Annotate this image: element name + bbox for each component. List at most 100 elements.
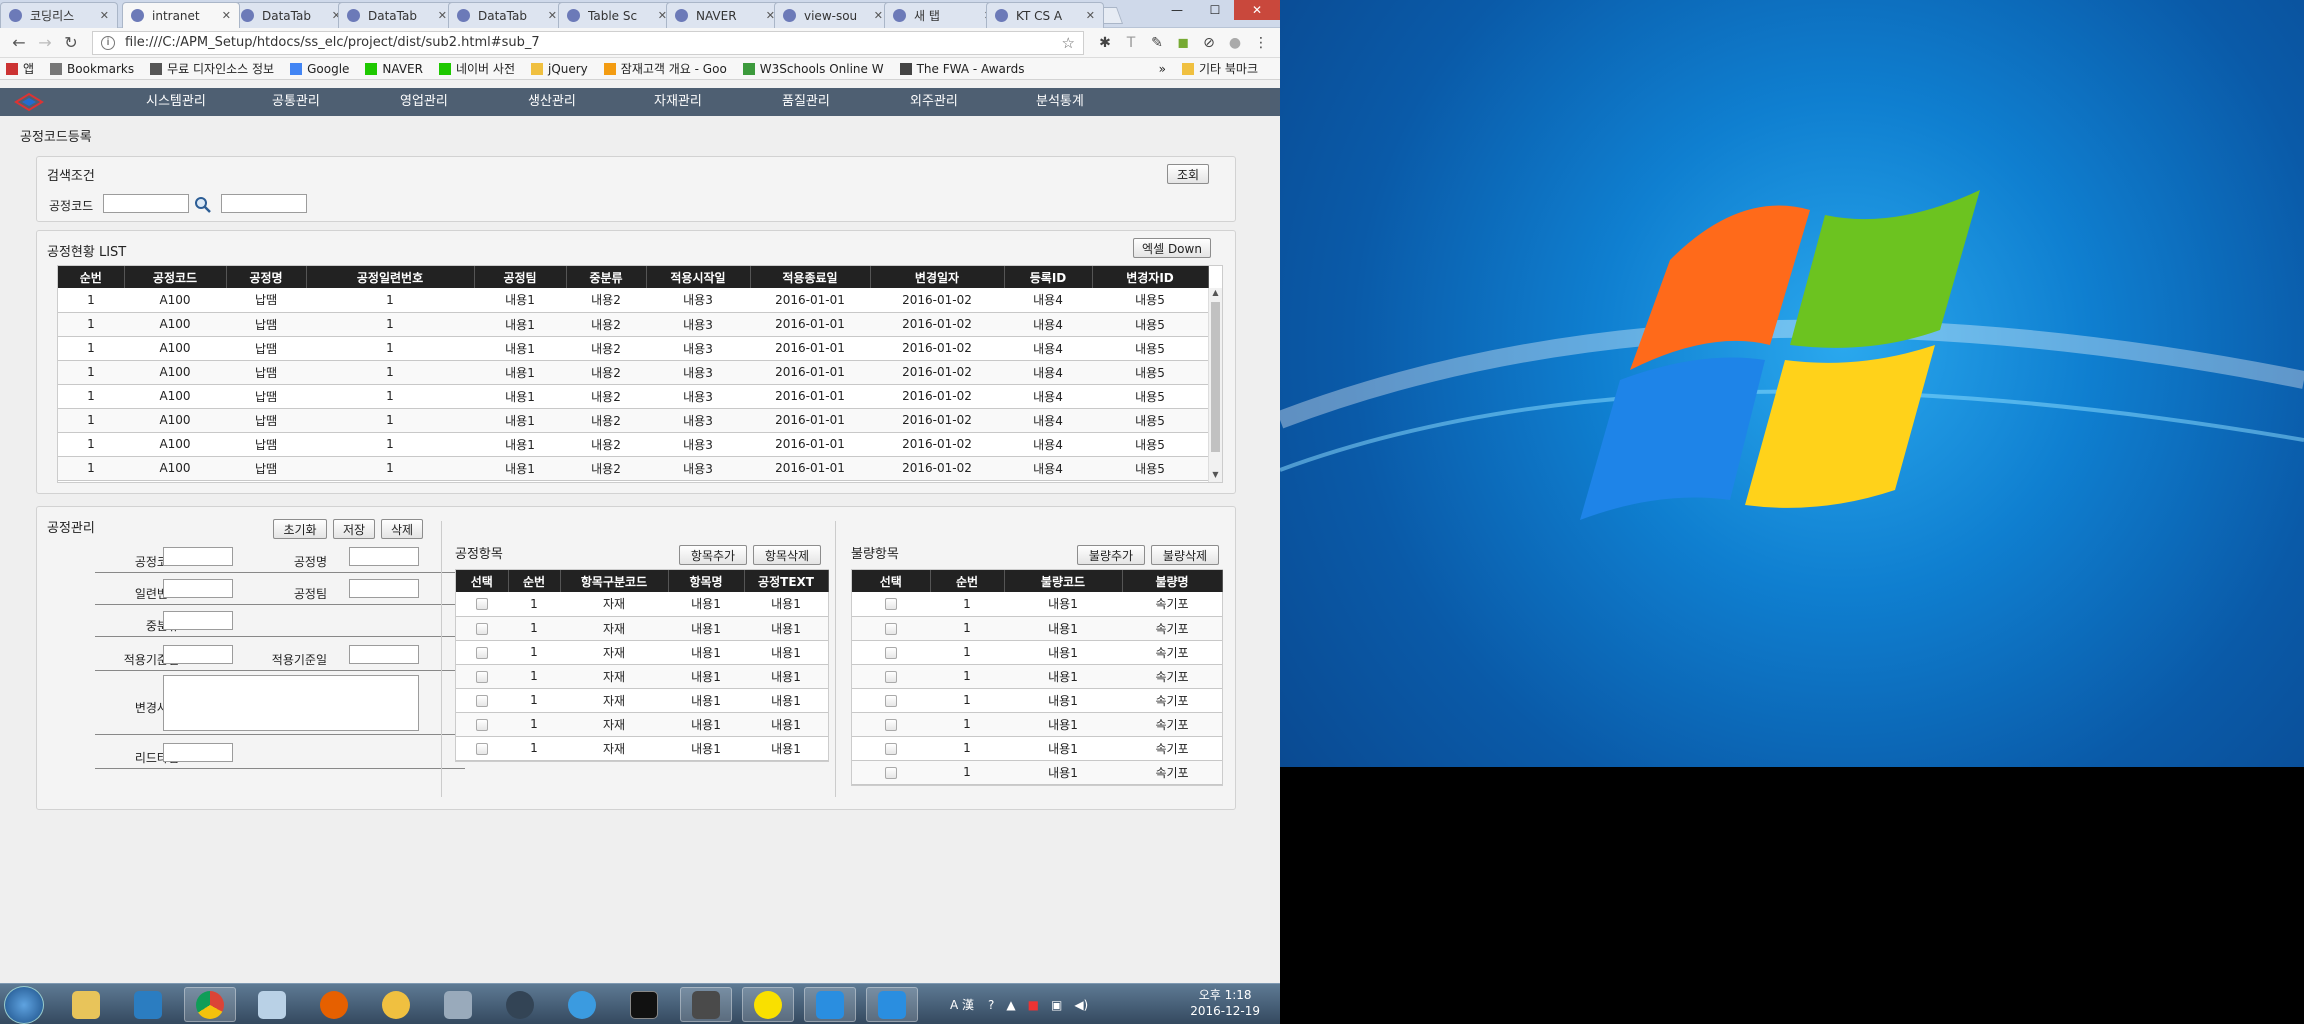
- end-date-input[interactable]: [349, 645, 419, 664]
- row-checkbox[interactable]: [476, 622, 488, 635]
- taskbar-network[interactable]: [494, 987, 546, 1022]
- nav-menu-item[interactable]: 생산관리: [528, 88, 576, 116]
- list-column-header[interactable]: 공정일련번호: [306, 266, 475, 288]
- table-row[interactable]: 1 A100 납땜 1 내용1 내용2 내용3 2016-01-01 2016-01-02 내용4…: [58, 288, 1208, 313]
- defect-items-column-header[interactable]: 순번: [930, 570, 1005, 592]
- close-tab-icon[interactable]: ✕: [100, 9, 109, 22]
- table-row[interactable]: 1 A100 납땜 1 내용1 내용2 내용3 2016-01-01 2016-01-02 내용4…: [58, 384, 1208, 409]
- volume-icon[interactable]: ◀): [1074, 998, 1088, 1012]
- dropper-extension-icon[interactable]: ✎: [1144, 35, 1170, 51]
- taskbar-itunes[interactable]: [122, 987, 174, 1022]
- taskbar-firefox[interactable]: [308, 987, 360, 1022]
- grey-extension-icon[interactable]: ●: [1222, 35, 1248, 51]
- close-window-button[interactable]: ✕: [1234, 0, 1280, 20]
- nav-menu-item[interactable]: 시스템관리: [146, 88, 206, 116]
- taskbar-paint[interactable]: [370, 987, 422, 1022]
- adobe-icon[interactable]: ■: [1028, 998, 1039, 1012]
- android-extension-icon[interactable]: ◼: [1170, 35, 1196, 51]
- excel-download-button[interactable]: 엑셀 Down: [1133, 238, 1211, 258]
- mid-category-input[interactable]: [163, 611, 233, 630]
- star-icon[interactable]: ☆: [1062, 34, 1075, 52]
- url-field[interactable]: i file:///C:/APM_Setup/htdocs/ss_elc/pro…: [92, 30, 1084, 55]
- table-row[interactable]: 1 내용1 속기포: [852, 688, 1222, 713]
- scroll-thumb[interactable]: [1211, 302, 1220, 452]
- row-checkbox[interactable]: [885, 694, 897, 707]
- browser-tab[interactable]: 코딩리스 ✕: [0, 2, 118, 28]
- nav-menu-item[interactable]: 자재관리: [654, 88, 702, 116]
- bookmarks-overflow-icon[interactable]: »: [1159, 62, 1166, 76]
- row-checkbox[interactable]: [885, 670, 897, 683]
- defect-items-column-header[interactable]: 불량명: [1122, 570, 1223, 592]
- info-icon[interactable]: i: [101, 35, 115, 50]
- browser-tab[interactable]: DataTab ✕: [338, 2, 456, 28]
- browser-tab[interactable]: DataTab ✕: [448, 2, 566, 28]
- table-row[interactable]: 1 A100 납땜 1 내용1 내용2 내용3 2016-01-01 2016-01-02 내용4…: [58, 456, 1208, 481]
- row-checkbox[interactable]: [476, 718, 488, 731]
- process-items-column-header[interactable]: 공정TEXT: [744, 570, 829, 592]
- close-tab-icon[interactable]: ✕: [1086, 9, 1095, 22]
- back-icon[interactable]: ←: [6, 33, 32, 52]
- table-row[interactable]: 1 내용1 속기포: [852, 664, 1222, 689]
- nav-menu-item[interactable]: 품질관리: [782, 88, 830, 116]
- browser-tab[interactable]: KT CS A ✕: [986, 2, 1104, 28]
- defect-items-column-header[interactable]: 불량코드: [1004, 570, 1123, 592]
- taskbar-notepad[interactable]: [246, 987, 298, 1022]
- browser-tab[interactable]: intranet ✕: [122, 2, 240, 28]
- close-tab-icon[interactable]: ✕: [222, 9, 231, 22]
- row-checkbox[interactable]: [476, 742, 488, 755]
- row-checkbox[interactable]: [476, 670, 488, 683]
- block-extension-icon[interactable]: ⊘: [1196, 35, 1222, 51]
- ime-indicator[interactable]: A 漢: [950, 996, 974, 1013]
- search-name-input[interactable]: [221, 194, 307, 213]
- bookmark-item[interactable]: 잠재고객 개요 - Goo: [603, 60, 727, 77]
- row-checkbox[interactable]: [476, 694, 488, 707]
- defect-items-column-header[interactable]: 선택: [852, 570, 931, 592]
- network-icon[interactable]: ▣: [1051, 998, 1062, 1012]
- process-items-column-header[interactable]: 순번: [508, 570, 561, 592]
- nav-menu-item[interactable]: 영업관리: [400, 88, 448, 116]
- delete-defect-button[interactable]: 불량삭제: [1151, 545, 1219, 565]
- minimize-button[interactable]: —: [1158, 0, 1196, 20]
- list-column-header[interactable]: 변경일자: [870, 266, 1005, 288]
- forward-icon[interactable]: →: [32, 33, 58, 52]
- add-defect-button[interactable]: 불량추가: [1077, 545, 1145, 565]
- bookmark-item[interactable]: W3Schools Online W: [742, 62, 884, 76]
- bookmark-item[interactable]: 무료 디자인소스 정보: [150, 60, 274, 77]
- row-checkbox[interactable]: [885, 598, 897, 611]
- taskbar-cmd[interactable]: [618, 987, 670, 1022]
- row-checkbox[interactable]: [885, 742, 897, 755]
- table-row[interactable]: 1 A100 납땜 1 내용1 내용2 내용3 2016-01-01 2016-01-02 내용4…: [58, 312, 1208, 337]
- table-row[interactable]: 1 자재 내용1 내용1: [456, 736, 828, 761]
- bookmark-item[interactable]: Google: [290, 62, 349, 76]
- lead-time-input[interactable]: [163, 743, 233, 762]
- nav-menu-item[interactable]: 공통관리: [272, 88, 320, 116]
- bookmark-item[interactable]: 앱: [6, 60, 34, 77]
- bookmark-item[interactable]: 네이버 사전: [438, 60, 515, 77]
- clock[interactable]: 오후 1:18 2016-12-19: [1190, 987, 1260, 1019]
- table-row[interactable]: 1 자재 내용1 내용1: [456, 712, 828, 737]
- table-row[interactable]: 1 내용1 속기포: [852, 640, 1222, 665]
- close-tab-icon[interactable]: ✕: [874, 9, 883, 22]
- row-checkbox[interactable]: [885, 766, 897, 779]
- process-items-column-header[interactable]: 선택: [456, 570, 509, 592]
- table-row[interactable]: 1 A100 납땜 1 내용1 내용2 내용3 2016-01-01 2016-01-02 내용4…: [58, 408, 1208, 433]
- search-button[interactable]: 조회: [1167, 164, 1209, 184]
- list-column-header[interactable]: 등록ID: [1004, 266, 1093, 288]
- team-input[interactable]: [349, 579, 419, 598]
- maximize-button[interactable]: ☐: [1196, 0, 1234, 20]
- settings-extension-icon[interactable]: ✱: [1092, 35, 1118, 51]
- nav-menu-item[interactable]: 외주관리: [910, 88, 958, 116]
- process-code-input[interactable]: [163, 547, 233, 566]
- table-row[interactable]: 1 A100 납땜 1 내용1 내용2 내용3 2016-01-01 2016-01-02 내용4…: [58, 432, 1208, 457]
- row-checkbox[interactable]: [885, 622, 897, 635]
- process-items-column-header[interactable]: 항목구분코드: [560, 570, 669, 592]
- taskbar-ie[interactable]: [556, 987, 608, 1022]
- list-scrollbar[interactable]: ▲ ▼: [1208, 288, 1222, 482]
- menu-icon[interactable]: ⋮: [1248, 35, 1274, 51]
- row-checkbox[interactable]: [476, 598, 488, 611]
- table-row[interactable]: 1 내용1 속기포: [852, 736, 1222, 761]
- taskbar-chrome[interactable]: [184, 987, 236, 1022]
- start-date-input[interactable]: [163, 645, 233, 664]
- close-tab-icon[interactable]: ✕: [438, 9, 447, 22]
- list-column-header[interactable]: 공정명: [226, 266, 307, 288]
